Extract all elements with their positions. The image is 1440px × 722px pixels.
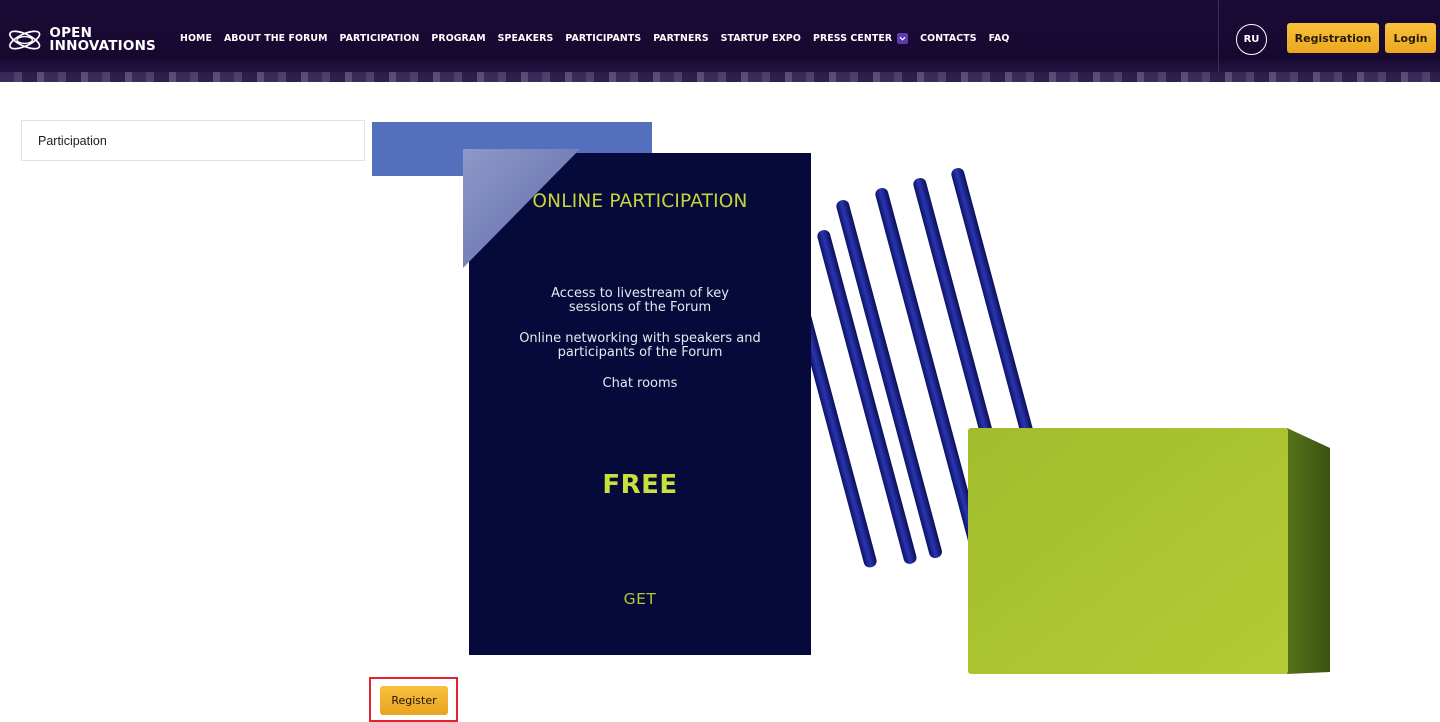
language-switch[interactable]: RU (1236, 24, 1267, 55)
header-crowd-photo (0, 72, 1440, 82)
nav-item-faq[interactable]: FAQ (989, 33, 1010, 44)
nav-item-press-center[interactable]: PRESS CENTER (812, 33, 909, 44)
card-feature-line: Online networking with speakers and (519, 331, 761, 346)
main-nav: HOME ABOUT THE FORUM PARTICIPATION PROGR… (180, 33, 1009, 44)
logo-line-2: INNOVATIONS (49, 38, 156, 54)
green-cube (968, 428, 1330, 674)
logo-icon (8, 30, 41, 50)
nav-item-program[interactable]: PROGRAM (431, 33, 485, 44)
nav-item-participants[interactable]: PARTICIPANTS (565, 33, 641, 44)
header-divider (1218, 0, 1219, 72)
promo-artwork (372, 122, 1330, 674)
nav-item-speakers[interactable]: SPEAKERS (498, 33, 554, 44)
registration-button[interactable]: Registration (1287, 23, 1379, 53)
nav-item-home[interactable]: HOME (180, 33, 212, 44)
sidebar-item-participation[interactable]: Participation (21, 120, 365, 161)
card-feature-line: participants of the Forum (557, 345, 723, 360)
sidebar-item-label: Participation (38, 133, 107, 148)
site-header: OPEN INNOVATIONS HOME ABOUT THE FORUM PA… (0, 0, 1440, 82)
card-feature-line: Access to livestream of key (551, 286, 729, 301)
nav-item-participation[interactable]: PARTICIPATION (340, 33, 420, 44)
card-get-link[interactable]: GET (469, 590, 811, 608)
nav-item-press-center-label: PRESS CENTER (812, 33, 893, 44)
nav-item-contacts[interactable]: CONTACTS (920, 33, 976, 44)
nav-item-about-the-forum[interactable]: ABOUT THE FORUM (224, 33, 328, 44)
online-participation-card (469, 153, 811, 655)
nav-item-startup-expo[interactable]: STARTUP EXPO (721, 33, 801, 44)
card-title: ONLINE PARTICIPATION (532, 191, 748, 212)
nav-item-partners[interactable]: PARTNERS (653, 33, 708, 44)
card-price: FREE (602, 470, 678, 500)
site-logo[interactable]: OPEN INNOVATIONS (6, 22, 156, 58)
card-feature-line: sessions of the Forum (568, 300, 712, 315)
login-button[interactable]: Login (1385, 23, 1436, 53)
register-button[interactable]: Register (380, 686, 448, 715)
card-feature-line: Chat rooms (602, 376, 678, 391)
chevron-down-icon[interactable] (897, 33, 909, 44)
